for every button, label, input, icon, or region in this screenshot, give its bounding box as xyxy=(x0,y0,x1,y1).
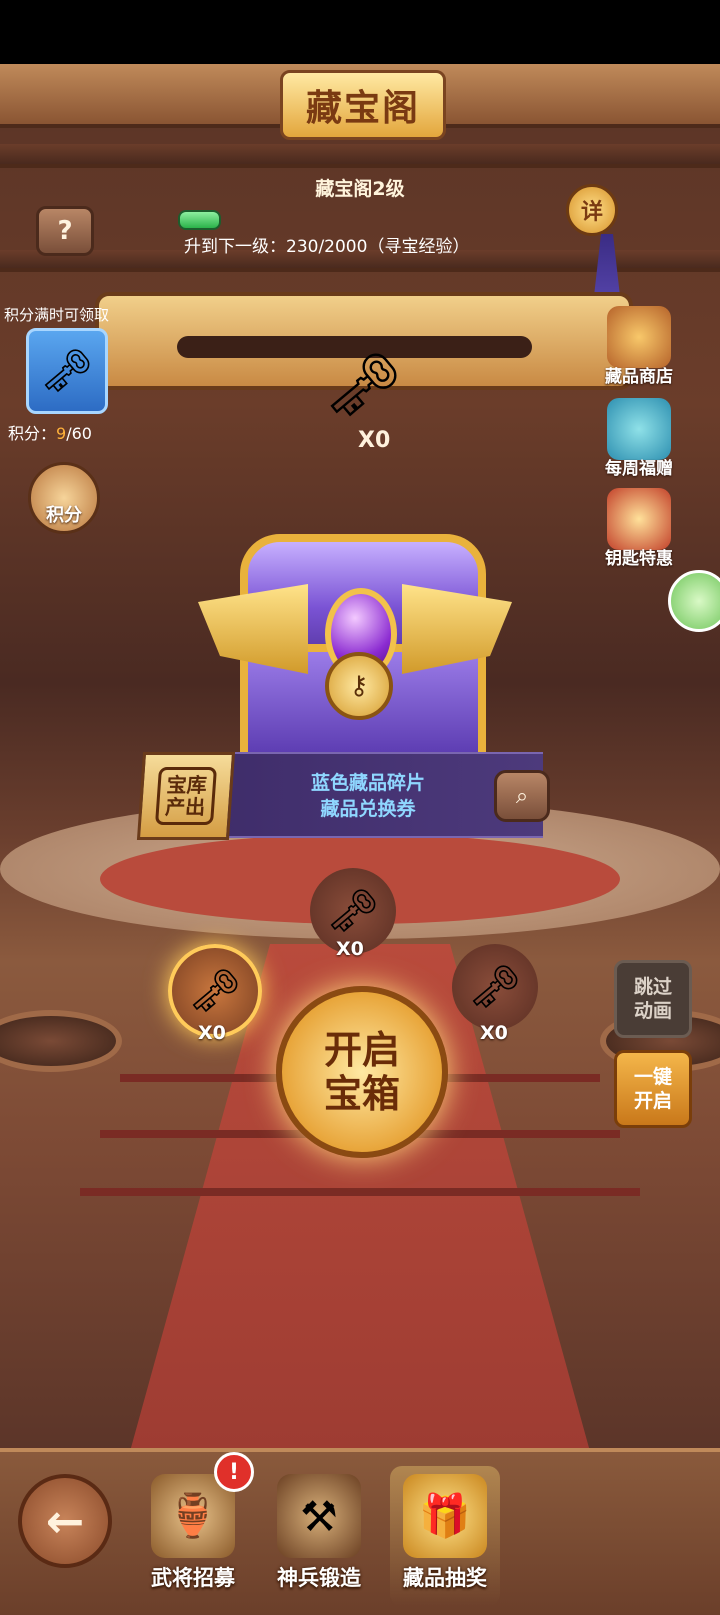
notification-badge: ! xyxy=(214,1452,254,1492)
side-label: 藏品商店 xyxy=(605,367,673,387)
vault-preview-button[interactable]: ⌕ xyxy=(494,770,550,822)
chest-wing-left xyxy=(198,584,308,674)
tab-label: 武将招募 xyxy=(151,1566,235,1590)
help-button[interactable]: ? xyxy=(36,206,94,256)
points-claim-hint: 积分满时可领取 xyxy=(4,306,110,324)
points-button[interactable]: 积分 xyxy=(28,462,100,534)
vault-output-line: 藏品兑换券 xyxy=(320,798,416,820)
shop-icon xyxy=(607,306,671,368)
points-current: 9 xyxy=(56,424,67,443)
gift-icon xyxy=(607,398,671,460)
floating-assistant[interactable] xyxy=(668,570,720,632)
bronze-key-icon: 🗝 xyxy=(324,348,403,421)
anvil-icon: ⚒ xyxy=(277,1474,361,1558)
tab-weapon-forge[interactable]: ⚒ 神兵锻造 xyxy=(264,1466,374,1606)
treasure-chest[interactable]: ⚷ xyxy=(198,524,512,760)
points-reward-key[interactable]: 🗝 xyxy=(26,328,108,414)
points-row: 积分：9/60 xyxy=(8,420,92,444)
key-deal-button[interactable]: 钥匙特惠 xyxy=(596,488,682,569)
question-icon: ? xyxy=(57,216,73,246)
key-slot-count: X0 xyxy=(480,1022,508,1044)
key-slot-count: X0 xyxy=(336,938,364,960)
open-chest-label: 开启宝箱 xyxy=(323,1027,400,1116)
vault-output-line: 蓝色藏品碎片 xyxy=(310,772,425,794)
chest-tab-icon: 🎁 xyxy=(403,1474,487,1558)
page-title: 藏宝阁 xyxy=(305,87,420,129)
skip-animation-label: 跳过动画 xyxy=(633,976,672,1022)
vault-output-badge: 宝库产出 xyxy=(136,752,236,840)
weekly-gift-button[interactable]: 每周福赠 xyxy=(596,398,682,479)
key-slot-count: X0 xyxy=(198,1022,226,1044)
points-button-label: 积分 xyxy=(46,505,82,526)
present-icon xyxy=(607,488,671,550)
step xyxy=(80,1188,640,1196)
detail-label: 详 xyxy=(580,200,603,225)
tab-label: 藏品抽奖 xyxy=(403,1566,487,1590)
bronze-key-icon: 🗝 xyxy=(188,966,242,1015)
tab-label: 神兵锻造 xyxy=(277,1566,361,1590)
points-total: /60 xyxy=(66,424,92,443)
side-label: 钥匙特惠 xyxy=(605,549,673,569)
skip-animation-button[interactable]: 跳过动画 xyxy=(614,960,692,1038)
vault-badge-label: 宝库产出 xyxy=(154,767,218,825)
points-label: 积分： xyxy=(8,424,57,443)
silver-key-icon: 🗝 xyxy=(326,886,380,935)
exp-progress-bar xyxy=(178,210,221,230)
exp-text: 升到下一级：230/2000（寻宝经验） xyxy=(184,237,470,257)
tab-collection-draw[interactable]: 🎁 藏品抽奖 xyxy=(390,1466,500,1606)
open-chest-button[interactable]: 开启宝箱 xyxy=(276,986,448,1158)
game-scene: 藏宝阁 藏宝阁2级 升到下一级：230/2000（寻宝经验） ? 详 积分满时可… xyxy=(0,64,720,1611)
gold-key-slot[interactable]: 🗝 xyxy=(452,944,538,1030)
key-counter: X0 xyxy=(358,428,391,453)
upper-beam xyxy=(0,144,720,168)
key-icon: 🗝 xyxy=(40,346,94,395)
title-plaque: 藏宝阁 xyxy=(280,70,446,140)
side-label: 每周福赠 xyxy=(605,459,673,479)
one-key-open-label: 一键开启 xyxy=(633,1066,672,1112)
detail-button[interactable]: 详 xyxy=(566,184,618,236)
magnifier-icon: ⌕ xyxy=(515,783,529,809)
back-button[interactable]: ← xyxy=(18,1474,112,1568)
collection-shop-button[interactable]: 藏品商店 xyxy=(596,306,682,387)
chest-wing-right xyxy=(402,584,512,674)
gold-key-icon: 🗝 xyxy=(468,962,522,1011)
one-key-open-button[interactable]: 一键开启 xyxy=(614,1050,692,1128)
lock-icon: ⚷ xyxy=(325,652,393,720)
back-arrow-icon: ← xyxy=(45,1494,85,1548)
left-pot xyxy=(0,1010,122,1072)
